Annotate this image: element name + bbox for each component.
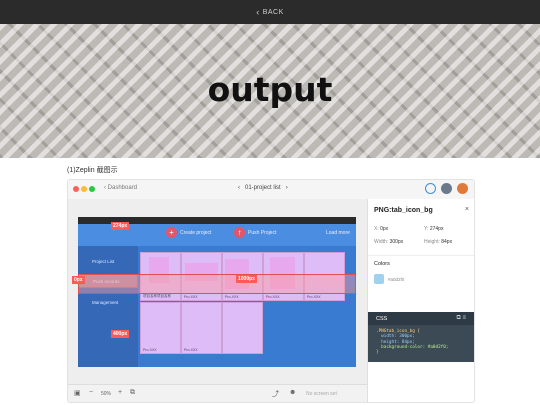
project-card	[222, 302, 263, 354]
inspector-panel: PNG:tab_icon_bg × X: 0px Y: 274px Width:…	[367, 199, 474, 402]
css-code[interactable]: .PNGtab_icon_bg { width: 300px; height: …	[376, 329, 448, 355]
card-label: 项目名称项目名称	[143, 294, 171, 298]
sidebar-item-management: Management	[92, 300, 119, 305]
hero-title: output	[207, 70, 333, 109]
screen-select[interactable]: No screen set	[306, 391, 337, 397]
card-label: Pro-XXX	[266, 295, 280, 299]
card-label: Pro-XXX	[184, 295, 198, 299]
project-card: Pro-XXX	[140, 302, 181, 354]
card-label: Pro-XXX	[184, 348, 198, 352]
color-hex[interactable]: #a0d2f0	[388, 277, 404, 282]
colors-heading: Colors	[374, 261, 390, 267]
copy-icon[interactable]: ⧉	[130, 389, 135, 397]
card-label: Pro-XXX	[225, 295, 239, 299]
css-heading: CSS	[376, 316, 388, 322]
user-avatar-icon[interactable]	[441, 183, 452, 194]
notification-icon[interactable]	[425, 183, 436, 194]
figure-caption: (1)Zeplin 截图示	[67, 167, 118, 174]
canvas-toolbar: ▣ − 50% + ⧉ ⤴ ☻ No screen set	[68, 384, 367, 402]
upload-icon: ↑	[234, 227, 245, 238]
app-screen-preview: + Create project ↑ Push Project Load mor…	[78, 217, 356, 367]
measure-badge-top: 274px	[111, 222, 130, 230]
color-swatch[interactable]	[374, 274, 384, 284]
plus-icon: +	[166, 227, 177, 238]
zoom-out-button[interactable]: −	[89, 389, 93, 396]
project-switcher[interactable]: ‹ 01-project list ›	[238, 185, 288, 191]
breadcrumb-dashboard[interactable]: ‹ Dashboard	[104, 185, 137, 191]
hero-banner: output	[0, 24, 540, 158]
top-nav-bar: ‹ BACK	[0, 0, 540, 24]
y-position: Y: 274px	[424, 226, 444, 232]
load-more-label: Load more	[326, 230, 350, 236]
comment-icon[interactable]: ☻	[289, 389, 296, 396]
measure-badge-width: 1000px	[236, 275, 257, 283]
layer-width: Width: 300px	[374, 239, 404, 245]
selected-layer-highlight	[78, 274, 356, 294]
card-label: Pro-XXX	[307, 295, 321, 299]
card-label: Pro-XXX	[143, 348, 157, 352]
maximize-window-dot[interactable]	[89, 186, 95, 192]
minimize-window-dot[interactable]	[81, 186, 87, 192]
window-header: ‹ Dashboard ‹ 01-project list ›	[68, 180, 474, 200]
chevron-left-icon[interactable]: ‹	[256, 7, 260, 17]
zoom-in-button[interactable]: +	[118, 389, 122, 396]
screen-sidebar: Project List Push records Management	[78, 246, 138, 367]
zeplin-window: ‹ Dashboard ‹ 01-project list › + Create…	[67, 179, 475, 403]
x-position: X: 0px	[374, 226, 389, 232]
sidebar-item-project-list: Project List	[92, 259, 115, 264]
css-header: CSS ⧉ ≡	[368, 312, 474, 325]
back-link[interactable]: BACK	[263, 9, 284, 16]
measure-badge-left: 0px	[72, 276, 85, 284]
create-project-label: Create project	[180, 230, 212, 236]
copy-code-icon[interactable]: ⧉ ≡	[457, 315, 466, 322]
measure-badge-bottom: 400px	[111, 330, 130, 338]
push-project-label: Push Project	[248, 230, 277, 236]
zoom-level: 50%	[101, 391, 112, 397]
layers-icon[interactable]: ▣	[74, 389, 81, 397]
team-avatar-icon[interactable]	[457, 183, 468, 194]
layer-height: Height: 84px	[424, 239, 453, 245]
export-icon[interactable]: ⤴	[272, 389, 279, 399]
close-window-dot[interactable]	[73, 186, 79, 192]
project-card: Pro-XXX	[181, 302, 222, 354]
design-canvas[interactable]: + Create project ↑ Push Project Load mor…	[68, 199, 367, 384]
layer-name: PNG:tab_icon_bg	[374, 207, 433, 214]
css-snippet-panel: CSS ⧉ ≡ .PNGtab_icon_bg { width: 300px; …	[368, 312, 474, 362]
close-icon[interactable]: ×	[465, 206, 469, 213]
